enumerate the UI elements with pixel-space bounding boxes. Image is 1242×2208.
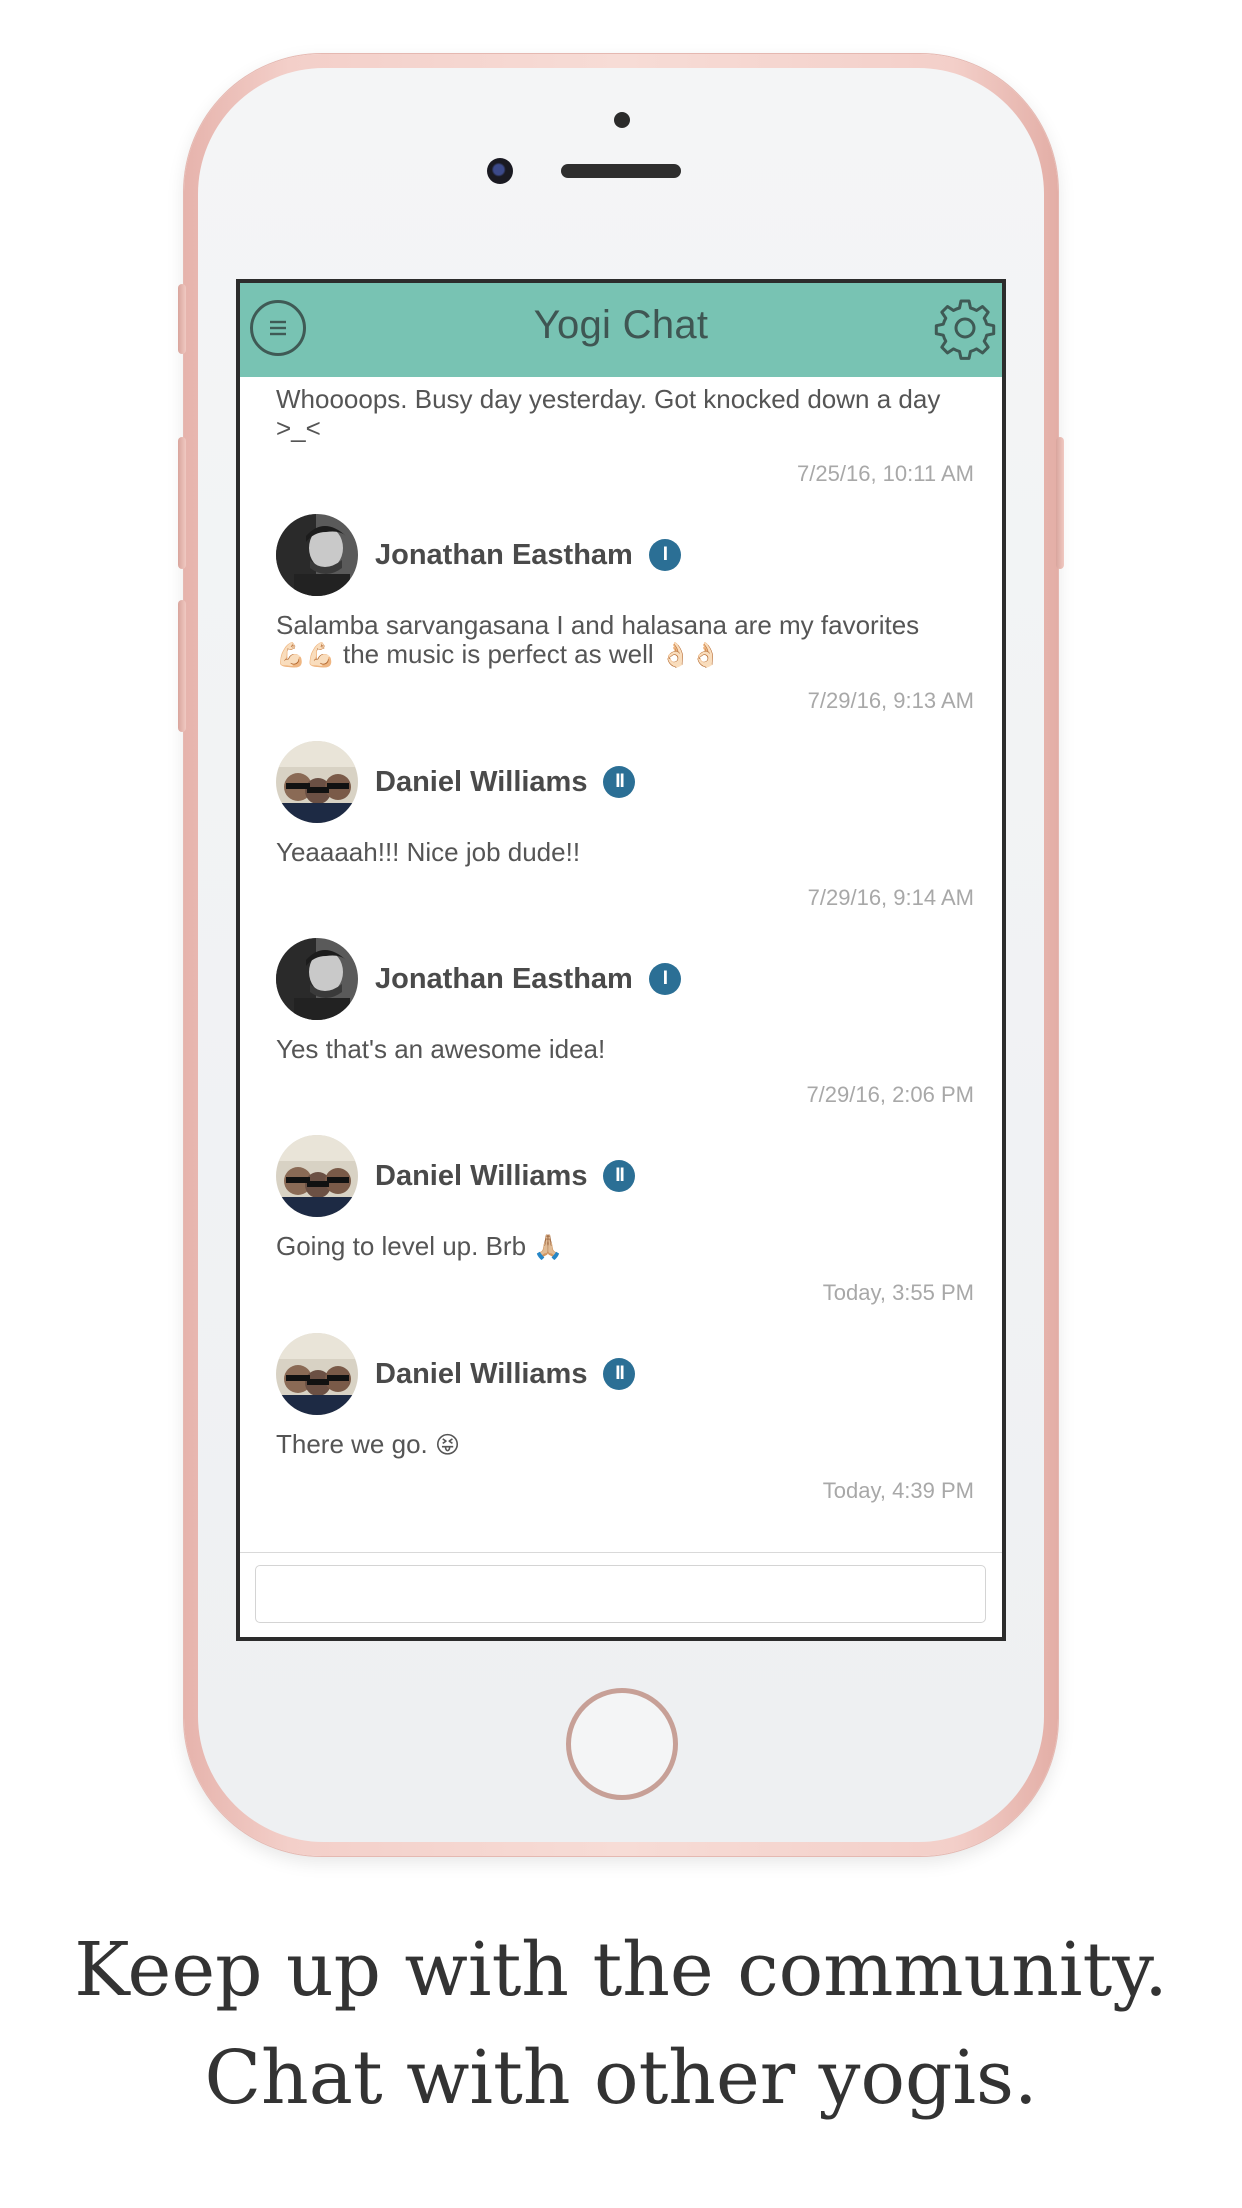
message-header: Jonathan Eastham I	[276, 937, 974, 1021]
message-item: Daniel Williams II Yeaaaah!!! Nice job d…	[240, 740, 1002, 911]
squinting-tongue-emoji: 😝	[434, 1431, 461, 1459]
message-header: Daniel Williams II	[276, 1134, 974, 1218]
composer-bar	[240, 1552, 1002, 1637]
front-camera	[487, 158, 513, 184]
message-item: Jonathan Eastham I Salamba sarvangasana …	[240, 513, 1002, 714]
message-input[interactable]	[255, 1565, 986, 1623]
volume-up-button	[178, 437, 186, 569]
message-text-line: the music is perfect as well	[335, 639, 661, 669]
message-text-line: Going to level up. Brb	[276, 1231, 534, 1261]
nav-bar: Yogi Chat	[240, 283, 1002, 377]
avatar[interactable]	[276, 741, 358, 823]
promo-caption: Keep up with the community. Chat with ot…	[0, 1916, 1242, 2132]
gear-icon	[934, 299, 996, 360]
avatar-daniel	[276, 1333, 358, 1415]
avatar-daniel	[276, 1135, 358, 1217]
avatar[interactable]	[276, 514, 358, 596]
home-button	[566, 1688, 678, 1800]
message-item: Jonathan Eastham I Yes that's an awesome…	[240, 937, 1002, 1108]
message-header: Daniel Williams II	[276, 740, 974, 824]
message-item: Daniel Williams II Going to level up. Br…	[240, 1134, 1002, 1306]
avatar-jonathan	[276, 514, 358, 596]
message-timestamp: 7/29/16, 9:14 AM	[807, 885, 974, 910]
message-text-line: There we go.	[276, 1429, 435, 1459]
avatar[interactable]	[276, 1135, 358, 1217]
level-badge: II	[603, 1160, 636, 1192]
earpiece-speaker	[561, 164, 681, 178]
message-list[interactable]: Whoooops. Busy day yesterday. Got knocke…	[240, 377, 1002, 1560]
message-text: Going to level up. Brb 🙏🏼	[276, 1232, 974, 1262]
app-screen: Yogi Chat Whoooops. Busy day yesterday. …	[236, 279, 1006, 1641]
ok-hand-emoji: 👌🏻👌🏻	[660, 641, 721, 669]
message-timestamp: 7/29/16, 9:13 AM	[807, 688, 974, 713]
message-item: Daniel Williams II There we go. 😝 Today,…	[240, 1332, 1002, 1504]
volume-down-button	[178, 600, 186, 732]
avatar[interactable]	[276, 1333, 358, 1415]
sender-name[interactable]: Jonathan Eastham	[375, 963, 633, 996]
message-timestamp: 7/29/16, 2:06 PM	[806, 1082, 974, 1107]
mute-switch	[178, 284, 186, 354]
message-header: Jonathan Eastham I	[276, 513, 974, 597]
avatar-daniel	[276, 741, 358, 823]
sender-name[interactable]: Daniel Williams	[375, 1358, 587, 1391]
message-timestamp: 7/25/16, 10:11 AM	[797, 461, 974, 486]
settings-button[interactable]	[932, 295, 998, 361]
avatar[interactable]	[276, 938, 358, 1020]
message-text: Salamba sarvangasana I and halasana are …	[276, 611, 974, 670]
caption-line-1: Keep up with the community.	[74, 1927, 1168, 2013]
message-text: There we go. 😝	[276, 1430, 974, 1460]
folded-hands-emoji: 🙏🏼	[533, 1233, 564, 1261]
message-text: Yeaaaah!!! Nice job dude!!	[276, 837, 581, 867]
level-badge: II	[603, 1358, 636, 1390]
power-button	[1056, 437, 1064, 569]
caption-line-2: Chat with other yogis.	[204, 2035, 1038, 2121]
message-item: Whoooops. Busy day yesterday. Got knocke…	[240, 385, 1002, 487]
avatar-jonathan	[276, 938, 358, 1020]
sender-name[interactable]: Jonathan Eastham	[375, 539, 633, 572]
page-title: Yogi Chat	[533, 303, 709, 347]
message-text: Yes that's an awesome idea!	[276, 1034, 606, 1064]
sender-name[interactable]: Daniel Williams	[375, 766, 587, 799]
sender-name[interactable]: Daniel Williams	[375, 1160, 587, 1193]
message-text: Whoooops. Busy day yesterday. Got knocke…	[276, 384, 941, 443]
message-timestamp: Today, 3:55 PM	[822, 1280, 974, 1305]
flexed-biceps-emoji: 💪🏻💪🏻	[276, 641, 336, 669]
level-badge: I	[648, 539, 681, 571]
level-badge: II	[603, 766, 636, 798]
message-text-line: Salamba sarvangasana I and halasana are …	[276, 610, 920, 640]
message-header: Daniel Williams II	[276, 1332, 974, 1416]
message-timestamp: Today, 4:39 PM	[822, 1478, 974, 1503]
level-badge: I	[648, 963, 681, 995]
proximity-sensor	[614, 112, 630, 128]
